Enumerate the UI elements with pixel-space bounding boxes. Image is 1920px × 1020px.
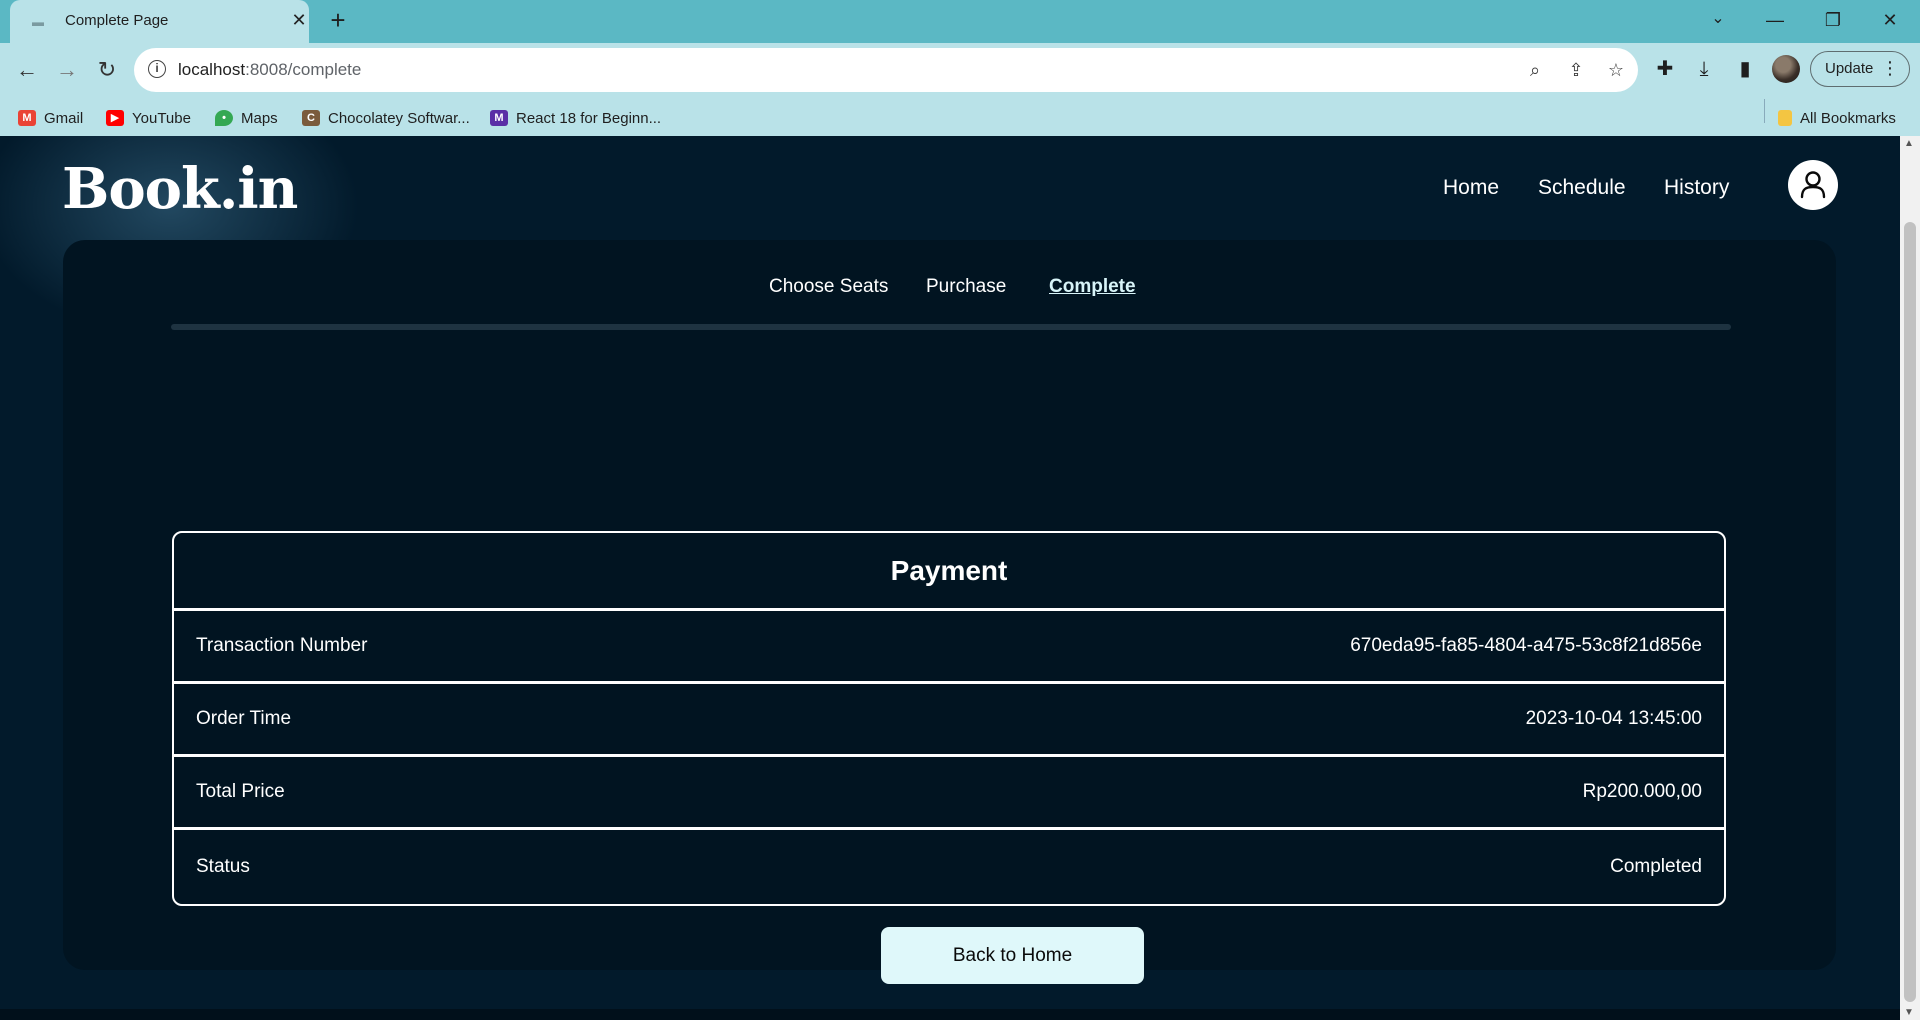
tab-title: Complete Page bbox=[65, 12, 169, 29]
nav-history[interactable]: History bbox=[1664, 176, 1729, 200]
menu-dots-icon: ⋮ bbox=[1881, 58, 1899, 78]
back-to-home-button[interactable]: Back to Home bbox=[881, 927, 1144, 984]
bookmark-chocolatey[interactable]: C Chocolatey Softwar... bbox=[302, 107, 470, 129]
bookmark-gmail[interactable]: M Gmail bbox=[18, 107, 83, 129]
tab-favicon-icon: ▬ bbox=[32, 15, 44, 29]
row-label-total-price: Total Price bbox=[196, 781, 285, 802]
row-label-status: Status bbox=[196, 855, 250, 877]
row-value-order-time: 2023-10-04 13:45:00 bbox=[1525, 708, 1702, 729]
restore-icon[interactable]: ❐ bbox=[1813, 4, 1853, 36]
site-info-icon[interactable]: i bbox=[148, 60, 166, 78]
page-viewport: Book.in Home Schedule History Choose Sea… bbox=[0, 136, 1900, 1020]
all-bookmarks[interactable]: All Bookmarks bbox=[1778, 107, 1896, 129]
tab-search-chevron-icon[interactable]: ⌄ bbox=[1706, 8, 1730, 32]
step-purchase[interactable]: Purchase bbox=[926, 276, 1006, 298]
browser-tabstrip: ▬ Complete Page ✕ + ⌄ — ❐ ✕ bbox=[0, 0, 1920, 43]
table-row: Status Completed bbox=[174, 830, 1724, 903]
back-arrow-icon[interactable]: ← bbox=[10, 53, 44, 87]
bookmark-star-icon[interactable]: ☆ bbox=[1604, 58, 1628, 82]
browser-tab-active[interactable]: ▬ Complete Page ✕ bbox=[10, 0, 309, 43]
folder-icon bbox=[1778, 110, 1792, 126]
gmail-icon: M bbox=[18, 110, 36, 126]
share-icon[interactable]: ⇪ bbox=[1564, 58, 1588, 82]
bookmarks-bar: M Gmail ▶ YouTube • Maps C Chocolatey So… bbox=[0, 98, 1920, 138]
table-row: Order Time 2023-10-04 13:45:00 bbox=[174, 684, 1724, 757]
row-value-total-price: Rp200.000,00 bbox=[1582, 781, 1702, 802]
react-course-icon: M bbox=[490, 110, 508, 126]
update-button[interactable]: Update ⋮ bbox=[1810, 51, 1910, 87]
user-profile-button[interactable] bbox=[1788, 160, 1838, 210]
zoom-icon[interactable]: ⌕ bbox=[1523, 58, 1547, 82]
maps-icon: • bbox=[215, 110, 233, 126]
scroll-down-icon[interactable]: ▼ bbox=[1904, 1007, 1914, 1018]
side-panel-icon[interactable]: ▮ bbox=[1731, 55, 1759, 83]
scrollbar-thumb[interactable] bbox=[1904, 222, 1916, 1002]
chocolatey-icon: C bbox=[302, 110, 320, 126]
checkout-steps: Choose Seats Purchase Complete bbox=[63, 276, 1836, 306]
download-icon[interactable]: ⤓ bbox=[1690, 55, 1718, 83]
address-url: localhost:8008/complete bbox=[178, 60, 362, 79]
table-row: Total Price Rp200.000,00 bbox=[174, 757, 1724, 830]
forward-arrow-icon[interactable]: → bbox=[50, 53, 84, 87]
step-choose-seats[interactable]: Choose Seats bbox=[769, 276, 888, 298]
browser-profile-avatar[interactable] bbox=[1772, 55, 1800, 83]
row-value-status: Completed bbox=[1610, 855, 1702, 877]
youtube-icon: ▶ bbox=[106, 110, 124, 126]
address-bar[interactable]: i localhost:8008/complete ⌕ ⇪ ☆ bbox=[134, 48, 1638, 92]
browser-toolbar: ← → ↻ i localhost:8008/complete ⌕ ⇪ ☆ ✚ … bbox=[0, 43, 1920, 139]
bookmark-maps[interactable]: • Maps bbox=[215, 107, 278, 129]
new-tab-icon[interactable]: + bbox=[324, 6, 352, 34]
user-icon bbox=[1800, 171, 1826, 199]
scroll-up-icon[interactable]: ▲ bbox=[1904, 138, 1914, 149]
close-tab-icon[interactable]: ✕ bbox=[288, 9, 310, 31]
nav-home[interactable]: Home bbox=[1443, 176, 1499, 200]
steps-progress-line bbox=[171, 324, 1731, 330]
page-scrollbar[interactable]: ▲ ▼ bbox=[1900, 136, 1920, 1020]
extensions-puzzle-icon[interactable]: ✚ bbox=[1651, 55, 1679, 83]
checkout-card: Choose Seats Purchase Complete Payment T… bbox=[63, 240, 1836, 984]
site-logo[interactable]: Book.in bbox=[62, 156, 298, 222]
table-row: Transaction Number 670eda95-fa85-4804-a4… bbox=[174, 611, 1724, 684]
row-label-order-time: Order Time bbox=[196, 708, 292, 729]
close-window-icon[interactable]: ✕ bbox=[1870, 4, 1910, 36]
row-label-transaction-number: Transaction Number bbox=[196, 635, 368, 656]
row-value-transaction-number: 670eda95-fa85-4804-a475-53c8f21d856e bbox=[1350, 635, 1702, 656]
bookmarks-divider bbox=[1764, 99, 1765, 123]
bookmark-react18[interactable]: M React 18 for Beginn... bbox=[490, 107, 661, 129]
reload-icon[interactable]: ↻ bbox=[90, 53, 124, 87]
minimize-icon[interactable]: — bbox=[1755, 4, 1795, 36]
site-header: Book.in Home Schedule History bbox=[0, 136, 1900, 336]
nav-schedule[interactable]: Schedule bbox=[1538, 176, 1626, 200]
step-complete[interactable]: Complete bbox=[1049, 276, 1136, 298]
bookmark-youtube[interactable]: ▶ YouTube bbox=[106, 107, 191, 129]
page-bottom-strip bbox=[0, 1009, 1900, 1020]
payment-table: Payment Transaction Number 670eda95-fa85… bbox=[172, 531, 1726, 906]
payment-title: Payment bbox=[174, 533, 1724, 611]
